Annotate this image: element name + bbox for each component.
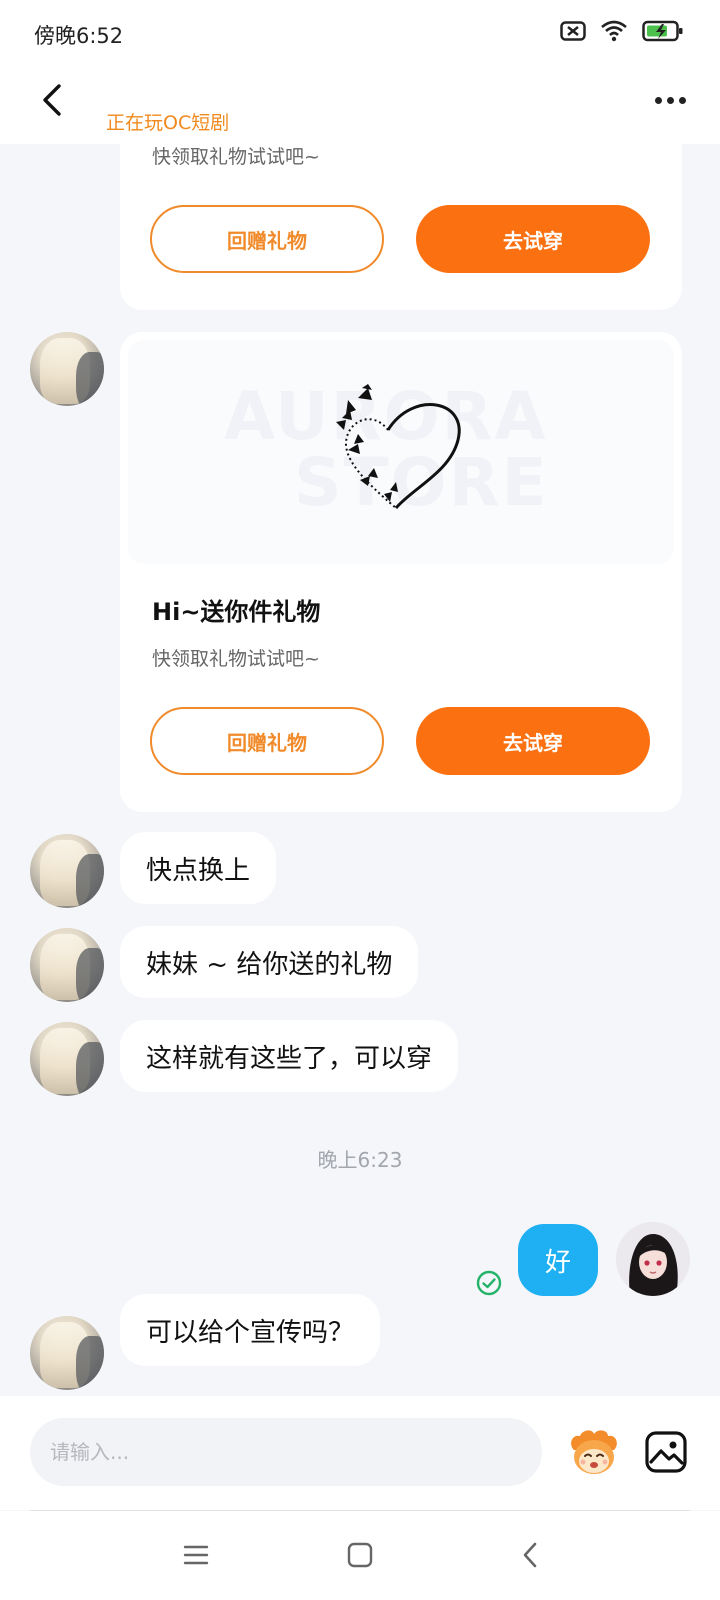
message-input[interactable] bbox=[30, 1418, 542, 1486]
status-bar: 傍晚6:52 bbox=[0, 0, 720, 70]
gift-card: AURORA STORE Hi~送你件礼物 快领取礼物试试吧~ 回赠礼物 去试穿 bbox=[120, 332, 682, 812]
gift-card-title: Hi~送你件礼物 bbox=[152, 598, 321, 626]
gift-card-desc: 快领取礼物试试吧~ bbox=[152, 648, 320, 670]
read-check-icon bbox=[476, 1270, 502, 1296]
gift-card-desc: 快领取礼物试试吧~ bbox=[152, 146, 320, 168]
more-dots-icon bbox=[678, 96, 686, 104]
more-dots-icon bbox=[654, 96, 662, 104]
image-icon bbox=[645, 1431, 687, 1473]
message-bubble[interactable]: 妹妹 ~ 给你送的礼物 bbox=[120, 926, 419, 998]
home-button[interactable] bbox=[338, 1533, 382, 1577]
chat-header: 正在玩OC短剧 bbox=[0, 70, 720, 144]
gift-image[interactable]: AURORA STORE bbox=[128, 340, 674, 564]
chat-list[interactable]: 快领取礼物试试吧~ 回赠礼物 去试穿 AURORA STORE Hi~送你件礼物… bbox=[0, 144, 720, 1396]
more-button[interactable] bbox=[650, 88, 690, 112]
image-button[interactable] bbox=[644, 1430, 688, 1474]
avatar[interactable] bbox=[30, 332, 104, 406]
gift-card: 快领取礼物试试吧~ 回赠礼物 去试穿 bbox=[120, 144, 682, 310]
input-bar bbox=[0, 1396, 720, 1510]
message-bubble[interactable]: 这样就有这些了，可以穿 bbox=[120, 1020, 459, 1092]
emoji-mascot-icon bbox=[571, 1430, 617, 1474]
menu-button[interactable] bbox=[174, 1533, 218, 1577]
avatar[interactable] bbox=[30, 928, 104, 1002]
header-subtitle: 正在玩OC短剧 bbox=[106, 112, 230, 134]
wifi-icon bbox=[601, 20, 627, 42]
emoji-button[interactable] bbox=[566, 1424, 622, 1480]
system-back-button[interactable] bbox=[508, 1533, 552, 1577]
menu-icon bbox=[183, 1545, 209, 1565]
status-icons bbox=[560, 20, 684, 42]
return-gift-button[interactable]: 回赠礼物 bbox=[150, 707, 384, 775]
avatar[interactable] bbox=[30, 1022, 104, 1096]
more-dots-icon bbox=[666, 96, 674, 104]
message-bubble[interactable]: 快点换上 bbox=[120, 832, 277, 904]
chevron-left-icon bbox=[43, 84, 61, 116]
butterfly-heart-icon bbox=[336, 384, 461, 509]
message-timestamp: 晚上6:23 bbox=[317, 1148, 403, 1172]
avatar[interactable] bbox=[30, 834, 104, 908]
message-bubble[interactable]: 可以给个宣传吗？ bbox=[120, 1294, 381, 1366]
home-square-icon bbox=[347, 1542, 373, 1568]
self-message-bubble[interactable]: 好 bbox=[518, 1224, 598, 1296]
back-button[interactable] bbox=[34, 80, 70, 120]
try-on-button[interactable]: 去试穿 bbox=[416, 205, 650, 273]
self-avatar[interactable] bbox=[616, 1222, 690, 1296]
avatar[interactable] bbox=[30, 1316, 104, 1390]
back-triangle-icon bbox=[523, 1542, 537, 1568]
try-on-button[interactable]: 去试穿 bbox=[416, 707, 650, 775]
system-nav-bar bbox=[0, 1511, 720, 1600]
battery-charging-icon bbox=[642, 20, 683, 42]
sim-off-icon bbox=[560, 21, 586, 41]
return-gift-button[interactable]: 回赠礼物 bbox=[150, 205, 384, 273]
status-time: 傍晚6:52 bbox=[34, 24, 124, 48]
